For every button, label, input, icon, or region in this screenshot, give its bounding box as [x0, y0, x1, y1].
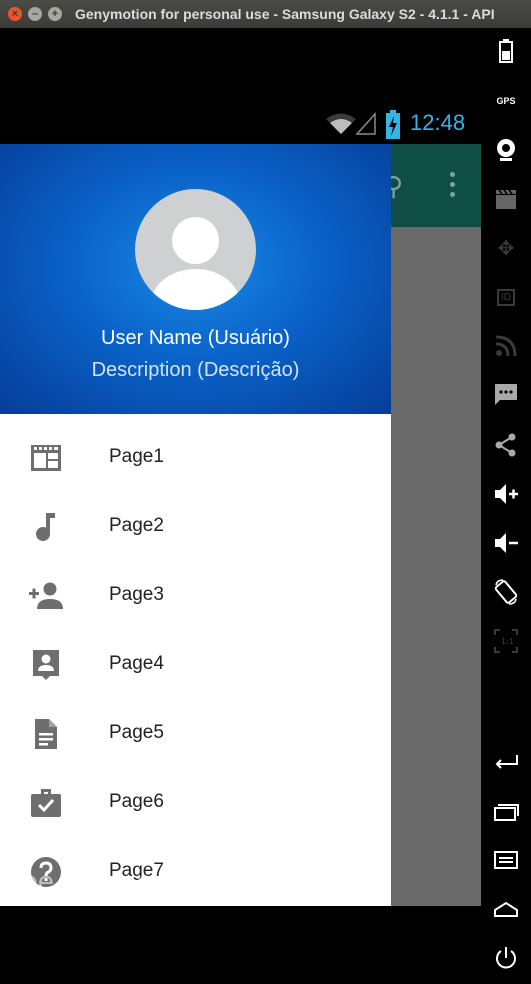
person-add-icon: [26, 578, 66, 614]
status-clock: 12:48: [410, 110, 466, 135]
menu-item-label: Page3: [109, 584, 164, 605]
window-minimize-button[interactable]: –: [28, 7, 42, 21]
menu-item-page4[interactable]: Page4: [0, 633, 391, 702]
home-icon[interactable]: [481, 894, 531, 924]
signal-icon: [355, 112, 376, 135]
window-close-button[interactable]: ×: [8, 7, 22, 21]
window-title: Genymotion for personal use - Samsung Ga…: [75, 6, 495, 22]
user-name: User Name (Usuário): [101, 327, 290, 349]
back-icon[interactable]: [481, 747, 531, 777]
menu-item-label: Page6: [109, 791, 164, 812]
menu-item-page1[interactable]: Page1: [0, 426, 391, 495]
window-titlebar: × – + Genymotion for personal use - Sams…: [0, 0, 531, 28]
rss-icon[interactable]: [481, 331, 531, 361]
power-icon[interactable]: [481, 943, 531, 973]
share-icon[interactable]: [481, 430, 531, 460]
phone-screen: 12:48 ⚲ User Name (Usuário) Description …: [0, 28, 481, 984]
avatar[interactable]: [135, 189, 256, 310]
battery-charging-icon: [386, 110, 400, 139]
gps-icon[interactable]: GPS: [481, 86, 531, 116]
menu-item-label: Page5: [109, 722, 164, 743]
pixel-perfect-icon[interactable]: 1:1: [481, 626, 531, 656]
rotate-icon[interactable]: [481, 577, 531, 607]
volume-up-icon[interactable]: [481, 479, 531, 509]
emulator-toolbar: GPS ✥ ID 1:1: [481, 28, 531, 984]
music-note-icon: [28, 509, 64, 545]
volume-down-icon[interactable]: [481, 528, 531, 558]
window-maximize-button[interactable]: +: [48, 7, 62, 21]
svg-text:1:1: 1:1: [501, 637, 514, 646]
battery-icon[interactable]: [481, 36, 531, 66]
screencast-icon[interactable]: [481, 184, 531, 214]
navigation-drawer: User Name (Usuário) Description (Descriç…: [0, 144, 391, 906]
menu-icon[interactable]: [481, 845, 531, 875]
sms-icon[interactable]: [481, 380, 531, 410]
user-description: Description (Descrição): [91, 359, 300, 381]
watermark: free for personal use: [4, 866, 270, 898]
menu-item-label: Page1: [109, 446, 164, 467]
menu-item-label: Page2: [109, 515, 164, 536]
dpad-icon[interactable]: ✥: [481, 233, 531, 263]
device-id-icon[interactable]: ID: [481, 282, 531, 312]
drawer-header: User Name (Usuário) Description (Descriç…: [0, 144, 391, 414]
work-check-icon: [28, 785, 64, 821]
menu-item-page5[interactable]: Page5: [0, 702, 391, 771]
view-quilt-icon: [28, 440, 64, 476]
overflow-menu-icon[interactable]: [448, 172, 456, 200]
status-bar: 12:48: [0, 108, 481, 144]
menu-item-page2[interactable]: Page2: [0, 495, 391, 564]
webcam-icon[interactable]: [481, 135, 531, 165]
menu-item-label: Page4: [109, 653, 164, 674]
menu-item-page6[interactable]: Page6: [0, 771, 391, 840]
description-icon: [28, 716, 64, 752]
wifi-icon: [326, 113, 356, 134]
contact-badge-icon: [28, 647, 64, 683]
recent-apps-icon[interactable]: [481, 796, 531, 826]
menu-item-page3[interactable]: Page3: [0, 564, 391, 633]
